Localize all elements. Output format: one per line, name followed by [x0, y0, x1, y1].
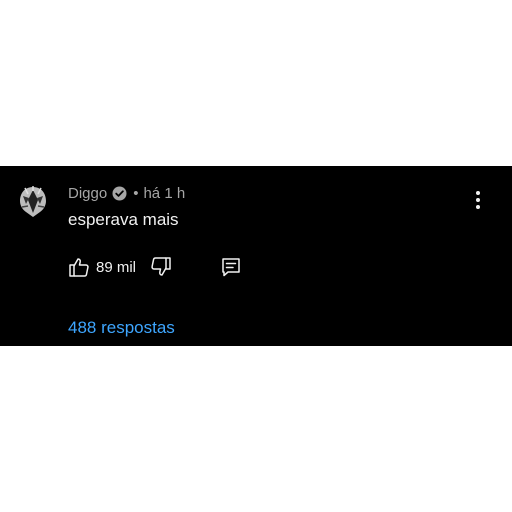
like-count: 89 mil	[96, 258, 137, 276]
avatar-image	[14, 182, 52, 220]
replies-link[interactable]: 488 respostas	[68, 318, 175, 338]
meta-separator: •	[133, 184, 139, 202]
author-name[interactable]: Diggo	[68, 185, 107, 202]
comment-actions: 89 mil	[68, 254, 242, 280]
comment-meta: Diggo • há 1 h	[68, 183, 185, 203]
check-circle-icon	[112, 186, 127, 201]
comment-reply-icon[interactable]	[220, 256, 242, 278]
thumbs-down-icon[interactable]	[150, 256, 172, 278]
timestamp[interactable]: há 1 h	[143, 185, 185, 202]
more-vertical-icon[interactable]	[468, 188, 488, 212]
thumbs-up-icon[interactable]	[68, 256, 90, 278]
comment-card: Diggo • há 1 h esperava mais 89 mil 488 …	[0, 166, 512, 346]
comment-text: esperava mais	[68, 210, 179, 229]
avatar[interactable]	[14, 182, 52, 220]
